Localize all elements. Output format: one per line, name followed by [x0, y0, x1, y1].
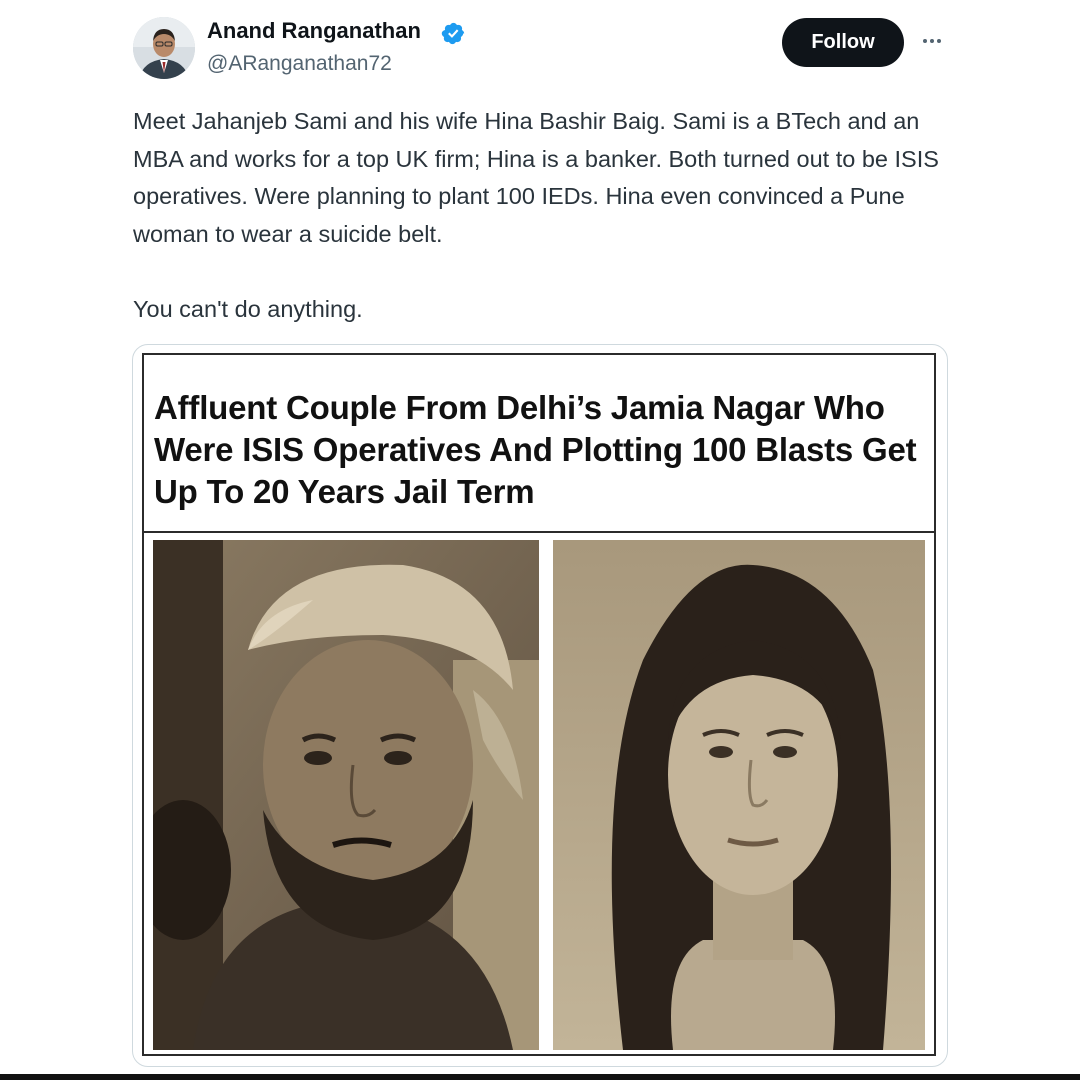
news-clipping: Affluent Couple From Delhi’s Jamia Nagar… [142, 353, 936, 1056]
tweet-screenshot: Anand Ranganathan @ARanganathan72 Follow… [0, 0, 1080, 1080]
article-headline: Affluent Couple From Delhi’s Jamia Nagar… [154, 389, 917, 510]
follow-button[interactable]: Follow [782, 18, 904, 67]
tweet-paragraph-1: Meet Jahanjeb Sami and his wife Hina Bas… [133, 108, 939, 247]
avatar[interactable] [133, 17, 195, 79]
tweet-media[interactable]: Affluent Couple From Delhi’s Jamia Nagar… [132, 344, 948, 1067]
more-options-icon[interactable] [917, 26, 947, 56]
headline-divider [144, 531, 934, 533]
more-dots [923, 39, 941, 43]
woman-portrait-photo [553, 540, 925, 1050]
author-name[interactable]: Anand Ranganathan [207, 18, 421, 44]
tweet-text: Meet Jahanjeb Sami and his wife Hina Bas… [133, 103, 963, 328]
man-in-cap-photo [153, 540, 539, 1050]
bottom-edge-bar [0, 1074, 1080, 1080]
tweet-paragraph-2: You can't do anything. [133, 295, 363, 322]
verified-badge-icon [441, 22, 465, 45]
author-handle[interactable]: @ARanganathan72 [207, 52, 392, 76]
avatar-image [133, 17, 195, 79]
